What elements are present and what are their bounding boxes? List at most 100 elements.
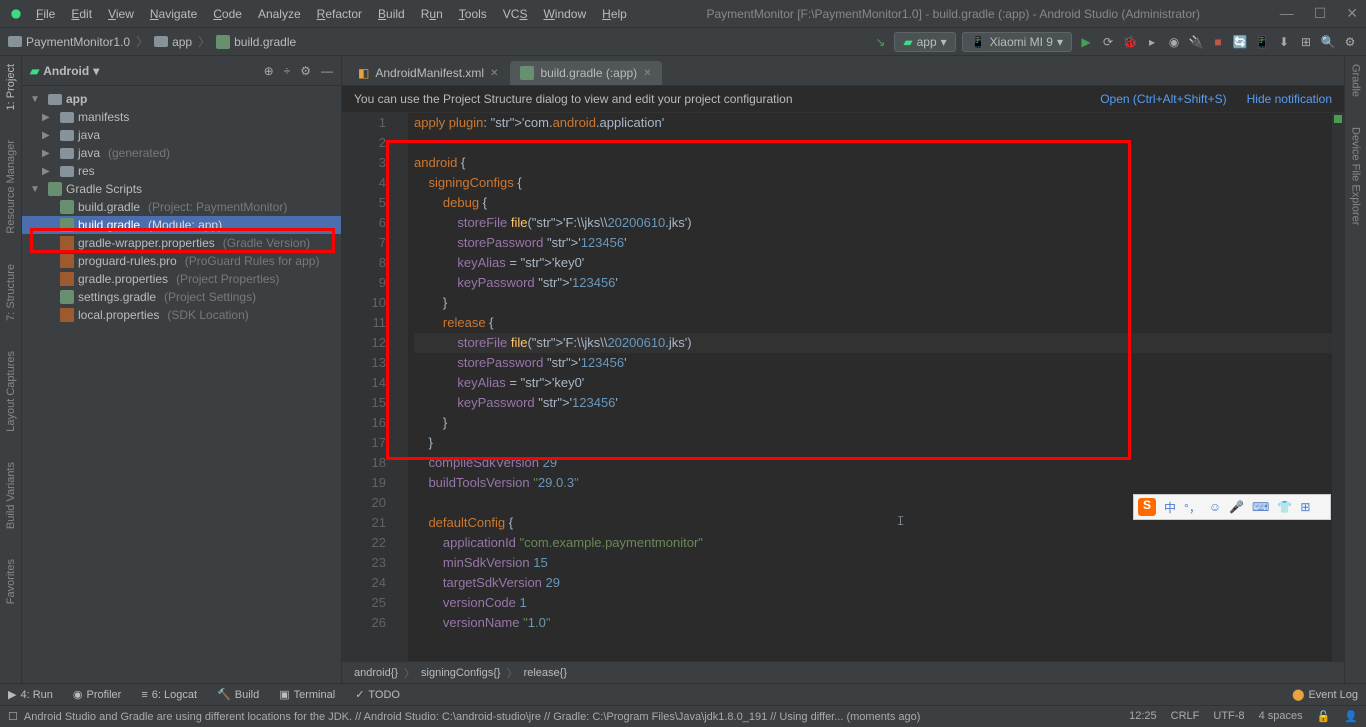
stop-icon[interactable]: ■ [1210, 34, 1226, 50]
menu-build[interactable]: Build [378, 7, 405, 21]
ime-skin-icon[interactable]: 👕 [1277, 500, 1292, 514]
menu-analyze[interactable]: Analyze [258, 7, 301, 21]
rail-favorites[interactable]: Favorites [5, 559, 17, 604]
tree-build-gradle-app[interactable]: build.gradle(Module: app) [22, 216, 341, 234]
menu-view[interactable]: View [108, 7, 134, 21]
menu-window[interactable]: Window [543, 7, 586, 21]
collapse-icon[interactable]: ÷ [284, 64, 291, 78]
chevron-down-icon: ▾ [1057, 35, 1063, 49]
rail-device-explorer[interactable]: Device File Explorer [1350, 127, 1362, 225]
line-separator[interactable]: CRLF [1171, 710, 1200, 723]
ok-indicator-icon [1334, 115, 1342, 123]
hammer-icon[interactable]: ↘ [872, 34, 888, 50]
rail-resource-manager[interactable]: Resource Manager [5, 140, 17, 234]
ime-voice-icon[interactable]: 🎤 [1229, 500, 1244, 514]
project-dropdown[interactable]: ▰Android ▾ [30, 64, 99, 78]
code-content[interactable]: apply plugin: "str">'com.android.applica… [408, 113, 1344, 661]
tree-res[interactable]: ▶res [22, 162, 341, 180]
bottom-tab-todo[interactable]: ✓ TODO [355, 688, 400, 701]
rail-project[interactable]: 1: Project [5, 64, 17, 110]
bottom-tab-profiler[interactable]: ◉ Profiler [73, 688, 121, 701]
rail-gradle[interactable]: Gradle [1350, 64, 1362, 97]
rail-captures[interactable]: Layout Captures [5, 351, 17, 432]
maximize-icon[interactable]: ☐ [1314, 5, 1327, 22]
indent-info[interactable]: 4 spaces [1259, 710, 1303, 723]
gear-icon[interactable]: ⚙ [300, 64, 311, 78]
breadcrumb-app[interactable]: app [154, 35, 192, 49]
tree-proguard[interactable]: proguard-rules.pro(ProGuard Rules for ap… [22, 252, 341, 270]
hide-notification-link[interactable]: Hide notification [1247, 92, 1332, 106]
profile-icon[interactable]: ◉ [1166, 34, 1182, 50]
attach-debugger-icon[interactable]: 🔌 [1188, 34, 1204, 50]
rail-structure[interactable]: 7: Structure [5, 264, 17, 321]
breadcrumb-file[interactable]: build.gradle [216, 35, 296, 49]
tree-root-app[interactable]: ▼app [22, 90, 341, 108]
file-encoding[interactable]: UTF-8 [1213, 710, 1244, 723]
ime-lang[interactable]: 中 [1164, 499, 1176, 516]
minimize-icon[interactable]: — [1280, 5, 1294, 22]
editor-area: ◧AndroidManifest.xml✕ build.gradle (:app… [342, 56, 1344, 683]
tree-local-properties[interactable]: local.properties(SDK Location) [22, 306, 341, 324]
run-config-selector[interactable]: ▰app▾ [894, 32, 955, 52]
cursor-position[interactable]: 12:25 [1129, 710, 1157, 723]
sdk-icon[interactable]: ⬇ [1276, 34, 1292, 50]
search-icon[interactable]: 🔍 [1320, 34, 1336, 50]
editor-tab-manifest[interactable]: ◧AndroidManifest.xml✕ [348, 61, 508, 85]
menu-run[interactable]: Run [421, 7, 443, 21]
menu-file[interactable]: File [36, 7, 55, 21]
run-icon[interactable]: ▶ [1078, 34, 1094, 50]
breadcrumb-root[interactable]: PaymentMonitor1.0 [8, 35, 130, 49]
hide-icon[interactable]: — [321, 64, 333, 78]
menu-navigate[interactable]: Navigate [150, 7, 197, 21]
rail-variants[interactable]: Build Variants [5, 462, 17, 529]
bottom-tab-event-log[interactable]: ⬤ Event Log [1292, 688, 1358, 701]
tree-java-gen[interactable]: ▶java(generated) [22, 144, 341, 162]
ime-tool-icon[interactable]: ⊞ [1300, 500, 1310, 514]
sync-icon[interactable]: 🔄 [1232, 34, 1248, 50]
tree-settings-gradle[interactable]: settings.gradle(Project Settings) [22, 288, 341, 306]
tree-build-gradle-project[interactable]: build.gradle(Project: PaymentMonitor) [22, 198, 341, 216]
crumb-android[interactable]: android{} [354, 667, 398, 679]
ime-toolbar[interactable]: S 中 °， ☺ 🎤 ⌨ 👕 ⊞ [1133, 494, 1331, 520]
structure-icon[interactable]: ⊞ [1298, 34, 1314, 50]
lock-icon[interactable]: 🔓 [1317, 710, 1331, 723]
inspections-icon[interactable]: 👤 [1344, 710, 1358, 723]
close-tab-icon[interactable]: ✕ [490, 68, 498, 79]
crumb-release[interactable]: release{} [524, 667, 567, 679]
tree-gradle-wrapper[interactable]: gradle-wrapper.properties(Gradle Version… [22, 234, 341, 252]
editor-breadcrumb: android{} 〉 signingConfigs{} 〉 release{} [342, 661, 1344, 683]
editor[interactable]: 1234567891011121314151617181920212223242… [342, 113, 1344, 661]
open-project-structure-link[interactable]: Open (Ctrl+Alt+Shift+S) [1100, 92, 1226, 106]
crumb-signing[interactable]: signingConfigs{} [421, 667, 501, 679]
ime-keyboard-icon[interactable]: ⌨ [1252, 500, 1269, 514]
close-tab-icon[interactable]: ✕ [643, 68, 651, 79]
bottom-tool-tabs: ▶ 4: Run ◉ Profiler ≡ 6: Logcat 🔨 Build … [0, 683, 1366, 705]
bottom-tab-build[interactable]: 🔨 Build [217, 688, 259, 701]
android-icon: ▰ [30, 64, 39, 78]
menu-edit[interactable]: Edit [71, 7, 92, 21]
editor-tab-build-gradle[interactable]: build.gradle (:app)✕ [510, 61, 661, 85]
tree-gradle-properties[interactable]: gradle.properties(Project Properties) [22, 270, 341, 288]
close-icon[interactable]: ✕ [1346, 5, 1358, 22]
coverage-icon[interactable]: ▸ [1144, 34, 1160, 50]
apply-changes-icon[interactable]: ⟳ [1100, 34, 1116, 50]
menu-tools[interactable]: Tools [459, 7, 487, 21]
target-icon[interactable]: ⊕ [264, 64, 274, 78]
tree-java[interactable]: ▶java [22, 126, 341, 144]
ime-punct-icon[interactable]: °， [1184, 499, 1201, 516]
device-selector[interactable]: 📱Xiaomi MI 9▾ [962, 32, 1072, 52]
ime-emoji-icon[interactable]: ☺ [1209, 500, 1221, 514]
tree-manifests[interactable]: ▶manifests [22, 108, 341, 126]
tree-gradle-scripts[interactable]: ▼Gradle Scripts [22, 180, 341, 198]
avd-icon[interactable]: 📱 [1254, 34, 1270, 50]
bottom-tab-logcat[interactable]: ≡ 6: Logcat [141, 689, 197, 701]
menu-refactor[interactable]: Refactor [317, 7, 362, 21]
menu-code[interactable]: Code [213, 7, 242, 21]
debug-icon[interactable]: 🐞 [1122, 34, 1138, 50]
status-icon[interactable]: ☐ [8, 710, 18, 723]
menu-vcs[interactable]: VCS [503, 7, 528, 21]
menu-help[interactable]: Help [602, 7, 627, 21]
settings-icon[interactable]: ⚙ [1342, 34, 1358, 50]
bottom-tab-terminal[interactable]: ▣ Terminal [279, 688, 335, 701]
bottom-tab-run[interactable]: ▶ 4: Run [8, 688, 53, 701]
